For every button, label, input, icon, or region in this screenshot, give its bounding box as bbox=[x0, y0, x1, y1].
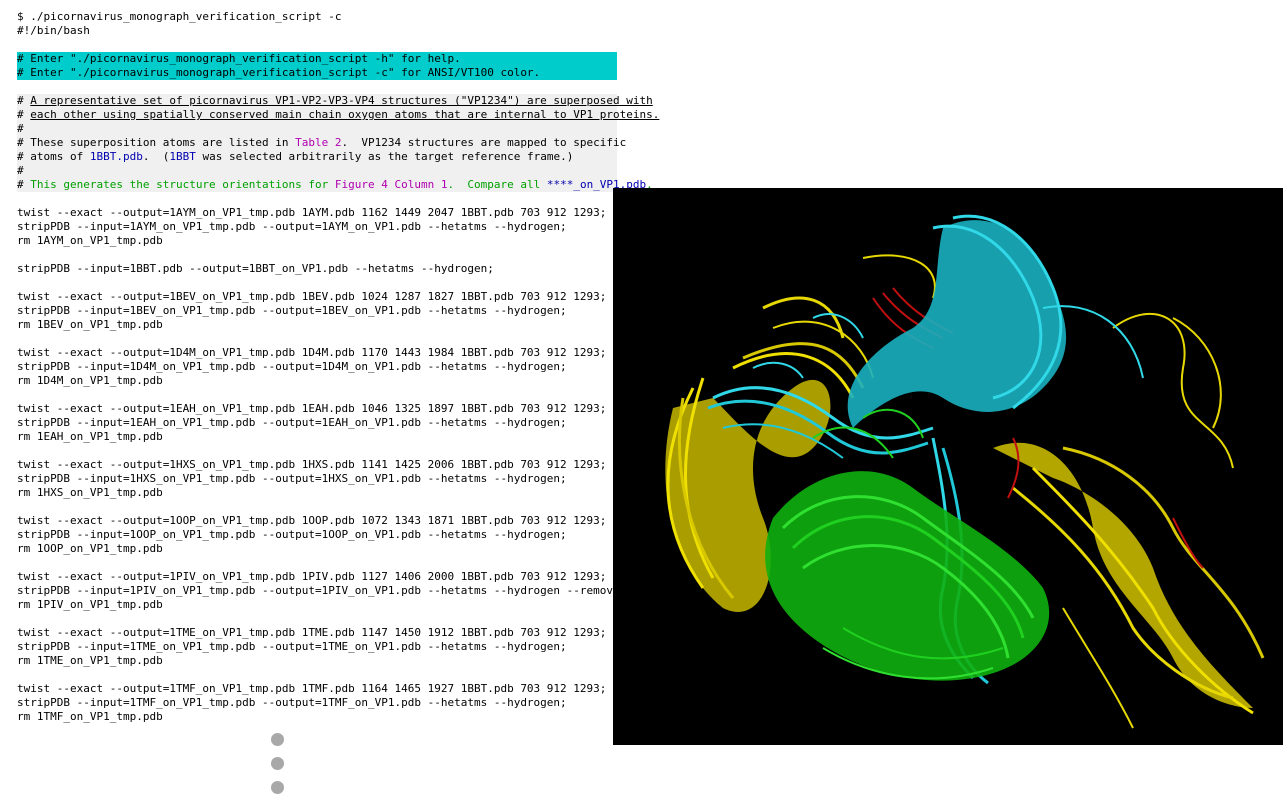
script-line: stripPDB --input=1PIV_on_VP1_tmp.pdb --o… bbox=[17, 584, 673, 597]
table-2-link[interactable]: Table 2 bbox=[295, 136, 341, 149]
script-line: twist --exact --output=1OOP_on_VP1_tmp.p… bbox=[17, 514, 607, 527]
script-line: stripPDB --input=1EAH_on_VP1_tmp.pdb --o… bbox=[17, 416, 567, 429]
figure-4-link[interactable]: Figure 4 Column 1 bbox=[335, 178, 448, 191]
script-line: rm 1PIV_on_VP1_tmp.pdb bbox=[17, 598, 163, 611]
script-line: stripPDB --input=1D4M_on_VP1_tmp.pdb --o… bbox=[17, 360, 567, 373]
help-line-1: # Enter "./picornavirus_monograph_verifi… bbox=[17, 52, 461, 65]
script-line: twist --exact --output=1HXS_on_VP1_tmp.p… bbox=[17, 458, 607, 471]
superposed-structures-render bbox=[665, 214, 1265, 729]
comment-line-2: # each other using spatially conserved m… bbox=[17, 108, 660, 121]
molecule-viewer[interactable] bbox=[613, 188, 1283, 745]
script-line: stripPDB --input=1TMF_on_VP1_tmp.pdb --o… bbox=[17, 696, 567, 709]
script-line: twist --exact --output=1TME_on_VP1_tmp.p… bbox=[17, 626, 607, 639]
script-line: stripPDB --input=1OOP_on_VP1_tmp.pdb --o… bbox=[17, 528, 567, 541]
script-line: stripPDB --input=1BEV_on_VP1_tmp.pdb --o… bbox=[17, 304, 567, 317]
pager-dot-1[interactable] bbox=[271, 733, 284, 746]
script-line: rm 1TME_on_VP1_tmp.pdb bbox=[17, 654, 163, 667]
shebang-line: #!/bin/bash bbox=[17, 24, 90, 37]
script-line: rm 1EAH_on_VP1_tmp.pdb bbox=[17, 430, 163, 443]
script-line: twist --exact --output=1TMF_on_VP1_tmp.p… bbox=[17, 682, 607, 695]
script-line: rm 1TMF_on_VP1_tmp.pdb bbox=[17, 710, 163, 723]
comment-line-7: # This generates the structure orientati… bbox=[17, 178, 653, 191]
pdb-link[interactable]: 1BBT.pdb bbox=[90, 150, 143, 163]
pager-dot-2[interactable] bbox=[271, 757, 284, 770]
pager-dot-3[interactable] bbox=[271, 781, 284, 794]
comment-line-6: # bbox=[17, 164, 24, 177]
script-line: rm 1D4M_on_VP1_tmp.pdb bbox=[17, 374, 163, 387]
comment-line-5: # atoms of 1BBT.pdb. (1BBT was selected … bbox=[17, 150, 574, 163]
pdb-id-link[interactable]: 1BBT bbox=[169, 150, 196, 163]
script-line: twist --exact --output=1BEV_on_VP1_tmp.p… bbox=[17, 290, 607, 303]
comment-line-1: # A representative set of picornavirus V… bbox=[17, 94, 653, 107]
script-line: twist --exact --output=1EAH_on_VP1_tmp.p… bbox=[17, 402, 607, 415]
script-line: stripPDB --input=1HXS_on_VP1_tmp.pdb --o… bbox=[17, 472, 567, 485]
script-line: rm 1HXS_on_VP1_tmp.pdb bbox=[17, 486, 163, 499]
script-line: twist --exact --output=1AYM_on_VP1_tmp.p… bbox=[17, 206, 607, 219]
script-line: twist --exact --output=1PIV_on_VP1_tmp.p… bbox=[17, 570, 607, 583]
script-line: stripPDB --input=1TME_on_VP1_tmp.pdb --o… bbox=[17, 640, 567, 653]
command-line: $ ./picornavirus_monograph_verification_… bbox=[17, 10, 342, 23]
script-line: rm 1BEV_on_VP1_tmp.pdb bbox=[17, 318, 163, 331]
script-line: rm 1AYM_on_VP1_tmp.pdb bbox=[17, 234, 163, 247]
comment-line-4: # These superposition atoms are listed i… bbox=[17, 136, 627, 149]
script-line: stripPDB --input=1BBT.pdb --output=1BBT_… bbox=[17, 262, 494, 275]
help-line-2: # Enter "./picornavirus_monograph_verifi… bbox=[17, 66, 541, 79]
script-line: stripPDB --input=1AYM_on_VP1_tmp.pdb --o… bbox=[17, 220, 567, 233]
comment-line-3: # bbox=[17, 122, 24, 135]
script-line: rm 1OOP_on_VP1_tmp.pdb bbox=[17, 542, 163, 555]
script-line: twist --exact --output=1D4M_on_VP1_tmp.p… bbox=[17, 346, 607, 359]
